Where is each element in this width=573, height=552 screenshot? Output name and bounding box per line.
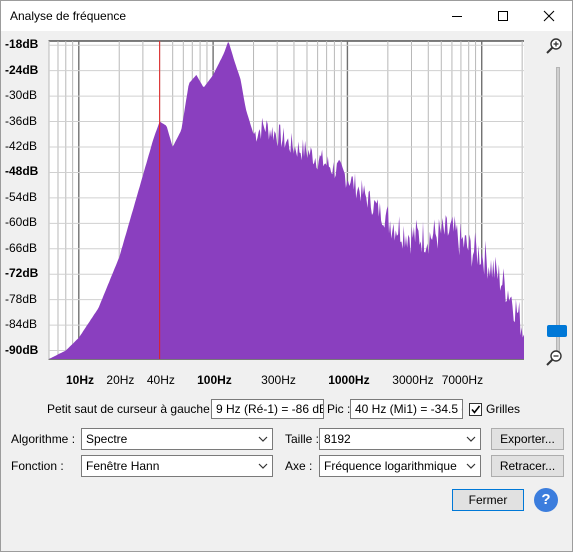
zoom-out-icon[interactable] — [545, 349, 563, 367]
y-tick-label: -72dB — [5, 266, 39, 281]
x-tick-label: 300Hz — [261, 373, 296, 387]
export-button[interactable]: Exporter... — [491, 428, 564, 450]
peak-label: Pic : — [327, 402, 351, 416]
y-tick-label: -30dB — [5, 88, 38, 103]
y-tick-label: -84dB — [5, 317, 38, 332]
maximize-button[interactable] — [480, 1, 526, 31]
zoom-slider-thumb[interactable] — [547, 325, 567, 337]
close-button[interactable] — [526, 1, 572, 31]
y-tick-label: -66dB — [5, 240, 38, 255]
y-tick-label: -48dB — [5, 164, 39, 179]
y-tick-label: -60dB — [5, 215, 38, 230]
window-title: Analyse de fréquence — [10, 9, 127, 23]
grids-checkbox[interactable] — [469, 403, 482, 416]
cursor-label: Petit saut de curseur à gauche : — [47, 402, 217, 416]
algorithm-select[interactable]: Spectre — [81, 428, 273, 450]
axis-select[interactable]: Fréquence logarithmique — [319, 455, 481, 477]
x-tick-label: 10Hz — [65, 373, 94, 387]
y-tick-label: -42dB — [5, 139, 38, 153]
close-icon — [543, 10, 555, 22]
maximize-icon — [498, 11, 508, 21]
minimize-icon — [452, 16, 462, 17]
y-tick-label: -78dB — [5, 291, 38, 306]
y-tick-label: -18dB — [5, 37, 39, 52]
zoom-in-icon[interactable] — [545, 37, 563, 55]
help-button[interactable]: ? — [534, 488, 558, 512]
grids-label: Grilles — [486, 402, 521, 416]
y-tick-label: -36dB — [5, 113, 38, 128]
dialog-body: -18dB -24dB -30dB -36dB -42dB -48dB -54dB -60dB… — [1, 31, 572, 551]
x-tick-label: 3000Hz — [392, 373, 434, 387]
algorithm-label: Algorithme : — [11, 432, 76, 446]
y-tick-label: -24dB — [5, 62, 39, 77]
size-value: 8192 — [324, 432, 351, 446]
close-dialog-button[interactable]: Fermer — [452, 489, 524, 511]
frequency-analysis-window: Analyse de fréquence -18dB -24dB -30dB -36d… — [0, 0, 573, 552]
chevron-down-icon — [466, 463, 476, 469]
x-tick-label: 100Hz — [197, 373, 232, 387]
minimize-button[interactable] — [434, 1, 480, 31]
axis-label: Axe : — [285, 459, 313, 473]
title-bar: Analyse de fréquence — [1, 1, 572, 31]
replot-button[interactable]: Retracer... — [491, 455, 564, 477]
y-tick-label: -54dB — [5, 189, 38, 204]
size-label: Taille : — [285, 432, 320, 446]
zoom-slider-track[interactable] — [556, 67, 560, 352]
algorithm-value: Spectre — [86, 432, 128, 446]
peak-value-field[interactable]: 40 Hz (Mi1) = -34.5 dB — [350, 399, 463, 419]
chevron-down-icon — [258, 436, 268, 442]
axis-value: Fréquence logarithmique — [324, 459, 457, 473]
chevron-down-icon — [466, 436, 476, 442]
function-label: Fonction : — [11, 459, 64, 473]
x-tick-label: 40Hz — [146, 373, 175, 387]
function-value: Fenêtre Hann — [86, 459, 160, 473]
checkmark-icon — [471, 405, 481, 414]
x-tick-label: 20Hz — [106, 373, 135, 387]
spectrum-plot[interactable] — [44, 36, 524, 376]
cursor-value-field[interactable]: 9 Hz (Ré-1) = -86 dB — [211, 399, 324, 419]
x-tick-label: 1000Hz — [328, 373, 370, 387]
x-tick-label: 7000Hz — [441, 373, 484, 387]
y-tick-label: -90dB — [5, 342, 39, 357]
chevron-down-icon — [258, 463, 268, 469]
size-select[interactable]: 8192 — [319, 428, 481, 450]
function-select[interactable]: Fenêtre Hann — [81, 455, 273, 477]
